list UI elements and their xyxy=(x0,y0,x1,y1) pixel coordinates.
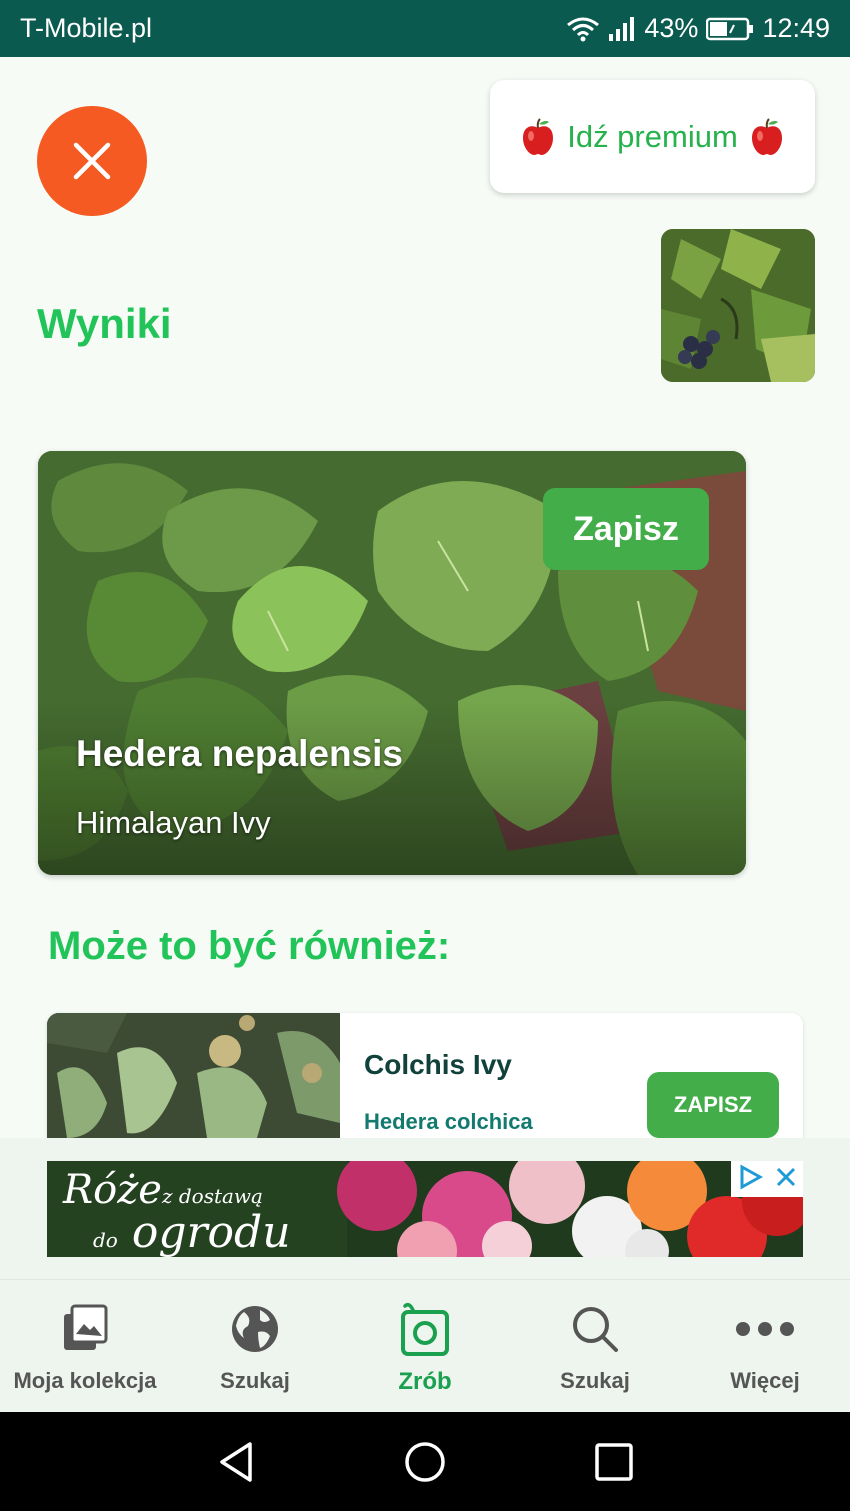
globe-icon xyxy=(230,1302,280,1356)
ad-headline-2: do ogrodu xyxy=(93,1207,291,1257)
main-result-card[interactable]: Zapisz Hedera nepalensis Himalayan Ivy xyxy=(38,451,746,875)
battery-percent: 43% xyxy=(644,13,699,43)
result-common-name: Himalayan Ivy xyxy=(76,805,271,840)
nav-label: Zrób xyxy=(398,1368,452,1395)
alternative-result-photo xyxy=(47,1013,340,1138)
nav-more[interactable]: Więcej xyxy=(680,1280,850,1413)
nav-label: Więcej xyxy=(730,1368,800,1393)
alternative-common-name: Colchis Ivy xyxy=(364,1049,512,1080)
back-button[interactable] xyxy=(214,1440,258,1484)
alternative-save-button[interactable]: ZAPISZ xyxy=(647,1072,779,1138)
recents-button[interactable] xyxy=(592,1440,636,1484)
nav-label: Szukaj xyxy=(560,1368,630,1393)
ad-banner[interactable]: Różez dostawą do ogrodu xyxy=(47,1161,803,1257)
close-button[interactable] xyxy=(37,106,147,216)
nav-search[interactable]: Szukaj xyxy=(510,1280,680,1413)
clock: 12:49 xyxy=(762,13,830,43)
back-icon xyxy=(220,1442,252,1482)
alternatives-title: Może to być również: xyxy=(48,924,451,968)
ad-area: Różez dostawą do ogrodu xyxy=(0,1138,850,1279)
signal-icon xyxy=(608,16,636,42)
bottom-navigation: Moja kolekcja Szukaj Zrób Szukaj Więcej xyxy=(0,1279,850,1412)
wifi-icon xyxy=(566,15,600,43)
status-indicators: 43% 12:49 xyxy=(566,13,830,44)
ad-controls xyxy=(731,1161,803,1197)
alternative-result-card[interactable]: Colchis Ivy Hedera colchica ZAPISZ xyxy=(47,1013,803,1138)
ad-close-icon[interactable] xyxy=(775,1166,797,1193)
home-icon xyxy=(405,1442,445,1482)
ad-line2-small: do xyxy=(93,1228,118,1252)
system-navigation-bar xyxy=(0,1412,850,1511)
camera-icon xyxy=(399,1302,451,1356)
nav-search-map[interactable]: Szukaj xyxy=(170,1280,340,1413)
status-bar: T-Mobile.pl 43% 12:49 xyxy=(0,0,850,57)
nav-take-photo[interactable]: Zrób xyxy=(340,1280,510,1413)
nav-my-collection[interactable]: Moja kolekcja xyxy=(0,1280,170,1413)
query-photo-thumbnail[interactable] xyxy=(661,229,815,382)
result-latin-name: Hedera nepalensis xyxy=(76,733,403,774)
recents-icon xyxy=(595,1443,633,1481)
home-button[interactable] xyxy=(403,1440,447,1484)
page-title: Wyniki xyxy=(37,300,172,347)
nav-label: Moja kolekcja xyxy=(13,1368,157,1393)
apple-icon xyxy=(523,117,554,155)
collection-icon xyxy=(60,1302,110,1356)
carrier-name: T-Mobile.pl xyxy=(20,13,153,43)
search-icon xyxy=(570,1302,620,1356)
nav-label: Szukaj xyxy=(220,1368,290,1393)
battery-icon xyxy=(706,17,754,41)
ad-choices-icon[interactable] xyxy=(737,1163,764,1195)
ad-line2: ogrodu xyxy=(131,1207,291,1257)
save-button[interactable]: Zapisz xyxy=(543,488,709,570)
alternative-latin-name: Hedera colchica xyxy=(364,1109,533,1134)
premium-label: Idź premium xyxy=(567,118,738,154)
close-icon xyxy=(73,142,111,180)
ad-line1-small: z dostawą xyxy=(161,1184,263,1208)
more-icon xyxy=(735,1302,795,1356)
apple-icon xyxy=(751,117,782,155)
go-premium-button[interactable]: Idź premium xyxy=(490,80,815,193)
